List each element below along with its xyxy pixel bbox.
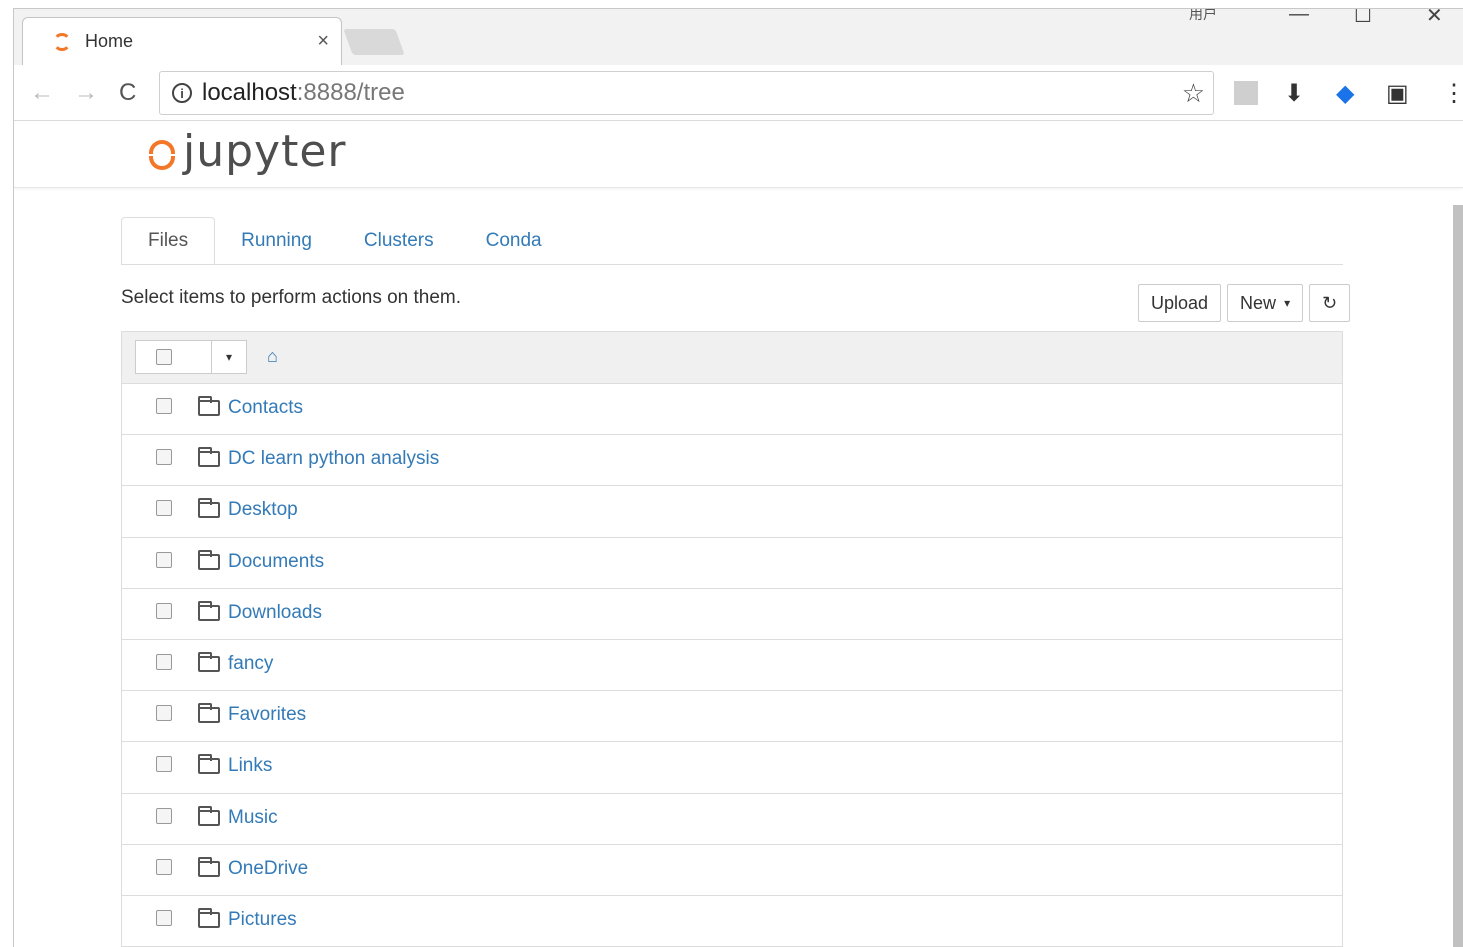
list-item[interactable]: DC learn python analysis [122,435,1342,487]
folder-name-link[interactable]: Pictures [228,909,297,931]
folder-name-link[interactable]: OneDrive [228,858,308,880]
row-checkbox[interactable] [156,909,172,926]
selection-hint: Select items to perform actions on them. [121,287,462,308]
row-checkbox[interactable] [156,500,172,517]
tab-close-icon[interactable]: × [317,30,329,53]
list-item[interactable]: Contacts [122,384,1342,436]
new-label: New [1240,292,1277,313]
browser-tab-home[interactable]: Home × [22,17,342,65]
upload-label: Upload [1151,292,1209,313]
jupyter-logo-icon [147,132,177,172]
list-item[interactable]: Favorites [122,691,1342,743]
file-list: ▾ ⌂ Contacts DC learn python analysis Desk… [121,331,1343,947]
folder-icon [198,498,220,519]
folder-name-link[interactable]: Desktop [228,499,298,521]
folder-name-link[interactable]: Contacts [228,397,303,419]
window-user-label[interactable]: 用户 [1189,9,1217,24]
window-close-icon[interactable]: ✕ [1426,9,1443,28]
file-list-header: ▾ ⌂ [122,332,1342,384]
folder-icon [198,856,220,877]
refresh-button[interactable]: ↻ [1309,284,1351,322]
folder-icon [198,703,220,724]
jupyter-tabs: Files Running Clusters Conda [121,217,568,265]
folder-icon [198,754,220,775]
list-item[interactable]: Music [122,794,1342,845]
forward-arrow-icon[interactable]: → [74,79,98,107]
list-item[interactable]: Desktop [122,486,1342,538]
tab-files[interactable]: Files [121,217,216,265]
list-item[interactable]: fancy [122,640,1342,692]
row-checkbox[interactable] [156,807,172,824]
bookmark-star-icon[interactable]: ☆ [1182,78,1205,109]
folder-icon [198,651,220,672]
row-checkbox[interactable] [156,858,172,875]
minimize-icon[interactable]: — [1289,9,1309,26]
folder-icon [198,600,220,621]
row-checkbox[interactable] [156,449,172,466]
row-checkbox[interactable] [156,398,172,414]
list-item[interactable]: Pictures [122,896,1342,947]
info-icon[interactable]: i [172,83,192,103]
select-dropdown-icon[interactable]: ▾ [212,341,246,373]
jupyter-header: jupyter [14,122,1463,188]
extension-dark-icon[interactable]: ▣ [1386,79,1409,108]
page-scrollbar[interactable] [1453,205,1463,947]
tab-running[interactable]: Running [215,217,338,265]
jupyter-favicon-icon [53,32,71,51]
file-actions: Upload New ▾ ↻ [1138,284,1356,322]
jupyter-logo-text: jupyter [183,126,347,177]
folder-name-link[interactable]: fancy [228,653,273,675]
folder-icon [198,907,220,928]
folder-icon [198,447,220,468]
upload-button[interactable]: Upload [1138,284,1222,322]
tab-strip: Home × 用户 — ☐ ✕ [14,9,1463,65]
row-checkbox[interactable] [156,705,172,722]
file-rows: Contacts DC learn python analysis Desktop D… [122,384,1342,947]
caret-down-icon: ▾ [1284,296,1291,310]
folder-icon [198,396,220,416]
extension-gray-icon[interactable] [1234,81,1258,105]
row-checkbox[interactable] [156,756,172,773]
folder-name-link[interactable]: DC learn python analysis [228,448,439,470]
tab-conda[interactable]: Conda [460,217,568,265]
folder-name-link[interactable]: Favorites [228,704,306,726]
browser-toolbar: ← → C i localhost :8888/tree ☆ ⬇ ◆ ▣ ⋮ [14,65,1463,121]
url-host: localhost [202,79,297,106]
row-checkbox[interactable] [156,551,172,568]
folder-name-link[interactable]: Downloads [228,602,322,624]
select-all-checkbox[interactable] [156,349,172,365]
browser-tab-title: Home [85,31,134,51]
extension-blue-icon[interactable]: ◆ [1336,79,1354,108]
new-tab-button[interactable] [343,29,405,55]
browser-window: Home × 用户 — ☐ ✕ ← → C i localhost :8888/… [13,8,1463,947]
select-all-group: ▾ [135,340,247,374]
folder-name-link[interactable]: Links [228,755,272,777]
home-icon[interactable]: ⌂ [267,346,278,367]
browser-menu-icon[interactable]: ⋮ [1442,79,1463,108]
list-item[interactable]: Documents [122,538,1342,589]
tab-clusters[interactable]: Clusters [338,217,460,265]
new-button[interactable]: New ▾ [1227,284,1304,322]
back-arrow-icon[interactable]: ← [30,79,54,107]
row-checkbox[interactable] [156,602,172,619]
reload-icon[interactable]: C [119,79,136,107]
folder-icon [198,805,220,826]
list-item[interactable]: OneDrive [122,845,1342,896]
folder-name-link[interactable]: Music [228,807,278,829]
list-item[interactable]: Links [122,742,1342,794]
download-icon[interactable]: ⬇ [1284,79,1304,108]
folder-icon [198,549,220,570]
maximize-icon[interactable]: ☐ [1354,9,1372,28]
tabs-divider [121,264,1343,265]
jupyter-logo[interactable]: jupyter [147,126,347,177]
list-item[interactable]: Downloads [122,589,1342,640]
row-checkbox[interactable] [156,653,172,670]
refresh-icon: ↻ [1322,292,1338,313]
address-bar[interactable]: i localhost :8888/tree ☆ [159,71,1214,115]
url-path: :8888/tree [296,79,405,106]
folder-name-link[interactable]: Documents [228,551,324,573]
